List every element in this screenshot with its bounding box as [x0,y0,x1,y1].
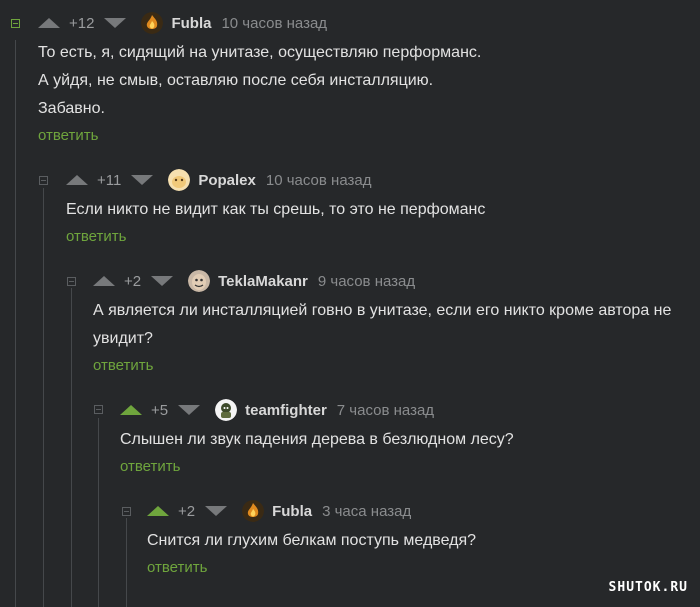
upvote-icon[interactable] [147,506,169,516]
collapse-toggle[interactable] [94,405,103,414]
timestamp: 7 часов назад [336,401,435,419]
comment-line: Снится ли глухим белкам поступь медведя? [147,532,477,549]
upvote-icon[interactable] [120,405,142,415]
username[interactable]: Fubla [171,15,211,32]
face-avatar-icon[interactable] [188,270,211,292]
character-avatar-icon[interactable] [215,399,238,421]
comment-body: Если никто не видит как ты срешь, то это… [66,196,485,224]
thread-line[interactable] [126,518,127,607]
downvote-icon[interactable] [178,405,201,415]
reply-link[interactable]: ответить [93,357,671,374]
downvote-icon[interactable] [151,276,174,286]
upvote-icon[interactable] [93,276,115,286]
upvote-icon[interactable] [66,175,88,185]
comment-line: Если никто не видит как ты срешь, то это… [66,201,486,218]
username[interactable]: Popalex [198,172,256,189]
comment-header: +12 Fubla 10 часов назад [38,12,481,34]
comment-rating: +2 [124,272,142,290]
username[interactable]: TeklaMakanr [218,273,308,290]
comment: +2 TeklaMakanr 9 часов назад А является … [93,270,671,374]
timestamp: 10 часов назад [265,171,372,189]
thread-line[interactable] [98,418,99,607]
comment-line: То есть, я, сидящий на унитазе, осуществ… [38,44,482,61]
username[interactable]: teamfighter [245,402,327,419]
comment: +5 teamfighter 7 часов назад Слышен ли з… [120,399,514,475]
downvote-icon[interactable] [104,18,127,28]
fire-avatar-icon[interactable] [141,12,164,34]
comment-body: А является ли инсталляцией говно в унита… [93,297,671,353]
comment-body: Снится ли глухим белкам поступь медведя? [147,527,476,555]
comment-header: +2 TeklaMakanr 9 часов назад [93,270,671,292]
fire-avatar-icon[interactable] [242,500,265,522]
comment-line: А является ли инсталляцией говно в унита… [93,302,672,319]
thread-line[interactable] [71,288,72,607]
comment-body: Слышен ли звук падения дерева в безлюдно… [120,426,514,454]
comment: +12 Fubla 10 часов назад То есть, я, сид… [38,12,481,144]
timestamp: 9 часов назад [317,272,416,290]
comment-line: увидит? [93,330,153,347]
blob-avatar-icon[interactable] [168,169,191,191]
watermark: SHUTOK.RU [608,580,688,595]
downvote-icon[interactable] [131,175,154,185]
comment-rating: +12 [69,14,95,32]
collapse-toggle[interactable] [67,277,76,286]
comment: +2 Fubla 3 часа назад Снится ли глухим б… [147,500,476,576]
collapse-toggle[interactable] [39,176,48,185]
username[interactable]: Fubla [272,503,312,520]
comment: +11 Popalex 10 часов назад Если никто не… [66,169,485,245]
comment-rating: +5 [151,401,169,419]
comment-rating: +2 [178,502,196,520]
collapse-toggle[interactable] [11,19,20,28]
reply-link[interactable]: ответить [120,458,514,475]
downvote-icon[interactable] [205,506,228,516]
comment-rating: +11 [97,171,122,189]
comment-header: +2 Fubla 3 часа назад [147,500,476,522]
collapse-toggle[interactable] [122,507,131,516]
reply-link[interactable]: ответить [66,228,485,245]
comment-line: Забавно. [38,100,105,117]
comment-line: Слышен ли звук падения дерева в безлюдно… [120,431,514,448]
upvote-icon[interactable] [38,18,60,28]
comment-header: +5 teamfighter 7 часов назад [120,399,514,421]
comment-header: +11 Popalex 10 часов назад [66,169,485,191]
thread-line[interactable] [15,40,16,607]
comment-line: А уйдя, не смыв, оставляю после себя инс… [38,72,434,89]
reply-link[interactable]: ответить [147,559,476,576]
comment-body: То есть, я, сидящий на унитазе, осуществ… [38,39,481,123]
thread-line[interactable] [43,188,44,607]
reply-link[interactable]: ответить [38,127,481,144]
timestamp: 10 часов назад [221,14,328,32]
timestamp: 3 часа назад [322,502,412,520]
